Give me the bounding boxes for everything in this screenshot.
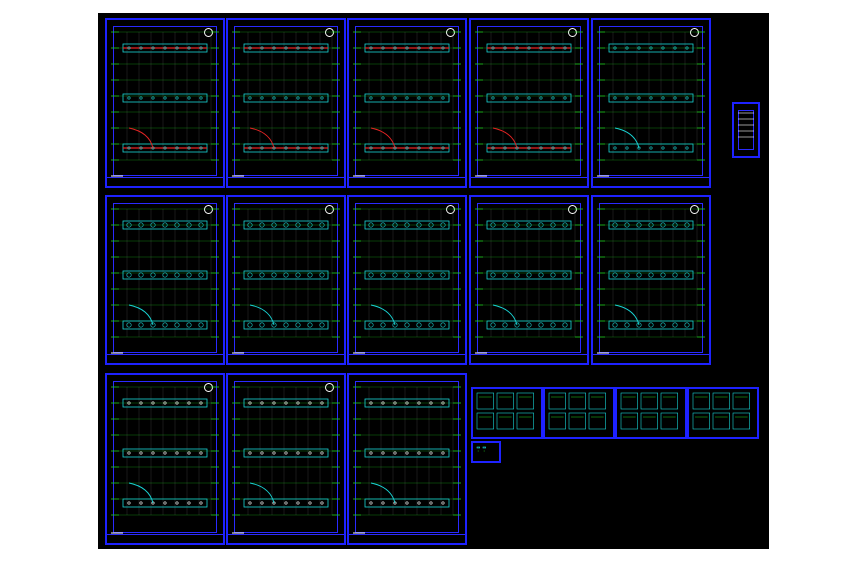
sheet-title-block bbox=[349, 354, 465, 363]
north-arrow-icon bbox=[446, 28, 455, 37]
north-arrow-icon bbox=[568, 28, 577, 37]
sheet-border bbox=[113, 203, 217, 353]
sheet-title-block bbox=[349, 534, 465, 543]
sheet-title-block bbox=[107, 354, 223, 363]
sheet-title-block bbox=[107, 534, 223, 543]
floor-plan-sheet[interactable] bbox=[591, 195, 711, 365]
floor-plan-sheet[interactable] bbox=[105, 18, 225, 188]
sheet-border bbox=[113, 381, 217, 533]
sheet-title-block bbox=[228, 354, 344, 363]
floor-plan-sheet[interactable] bbox=[226, 373, 346, 545]
detail-sheet[interactable] bbox=[471, 387, 543, 439]
sheet-border bbox=[355, 26, 459, 176]
floor-plan-sheet[interactable] bbox=[591, 18, 711, 188]
floor-plan-sheet[interactable] bbox=[105, 373, 225, 545]
floor-plan-sheet[interactable] bbox=[469, 18, 589, 188]
north-arrow-icon bbox=[690, 205, 699, 214]
legend-border bbox=[738, 110, 754, 150]
north-arrow-icon bbox=[204, 383, 213, 392]
north-arrow-icon bbox=[204, 28, 213, 37]
sheet-border bbox=[599, 203, 703, 353]
floor-plan-sheet[interactable] bbox=[226, 18, 346, 188]
sheet-border bbox=[355, 381, 459, 533]
north-arrow-icon bbox=[325, 28, 334, 37]
sheet-title-block bbox=[471, 354, 587, 363]
sheet-border bbox=[477, 203, 581, 353]
sheet-title-block bbox=[593, 177, 709, 186]
floor-plan-sheet[interactable] bbox=[105, 195, 225, 365]
sheet-border bbox=[113, 26, 217, 176]
floor-plan-sheet[interactable] bbox=[347, 18, 467, 188]
sheet-title-block bbox=[593, 354, 709, 363]
sheet-title-block bbox=[471, 177, 587, 186]
detail-sheet[interactable] bbox=[615, 387, 687, 439]
cad-drawing-canvas[interactable] bbox=[98, 13, 769, 549]
sheet-border bbox=[599, 26, 703, 176]
sheet-title-block bbox=[107, 177, 223, 186]
floor-plan-sheet[interactable] bbox=[347, 195, 467, 365]
north-arrow-icon bbox=[204, 205, 213, 214]
north-arrow-icon bbox=[446, 205, 455, 214]
north-arrow-icon bbox=[325, 205, 334, 214]
north-arrow-icon bbox=[690, 28, 699, 37]
floor-plan-sheet[interactable] bbox=[347, 373, 467, 545]
floor-plan-sheet[interactable] bbox=[226, 195, 346, 365]
sheet-title-block bbox=[228, 177, 344, 186]
sheet-border bbox=[234, 203, 338, 353]
sheet-title-block bbox=[228, 534, 344, 543]
detail-sheet[interactable] bbox=[471, 441, 501, 463]
sheet-border bbox=[234, 26, 338, 176]
sheet-border bbox=[355, 203, 459, 353]
north-arrow-icon bbox=[325, 383, 334, 392]
sheet-title-block bbox=[349, 177, 465, 186]
detail-sheet[interactable] bbox=[543, 387, 615, 439]
floor-plan-sheet[interactable] bbox=[469, 195, 589, 365]
legend-box[interactable] bbox=[732, 102, 760, 158]
sheet-border bbox=[477, 26, 581, 176]
north-arrow-icon bbox=[568, 205, 577, 214]
sheet-border bbox=[234, 381, 338, 533]
detail-sheet[interactable] bbox=[687, 387, 759, 439]
